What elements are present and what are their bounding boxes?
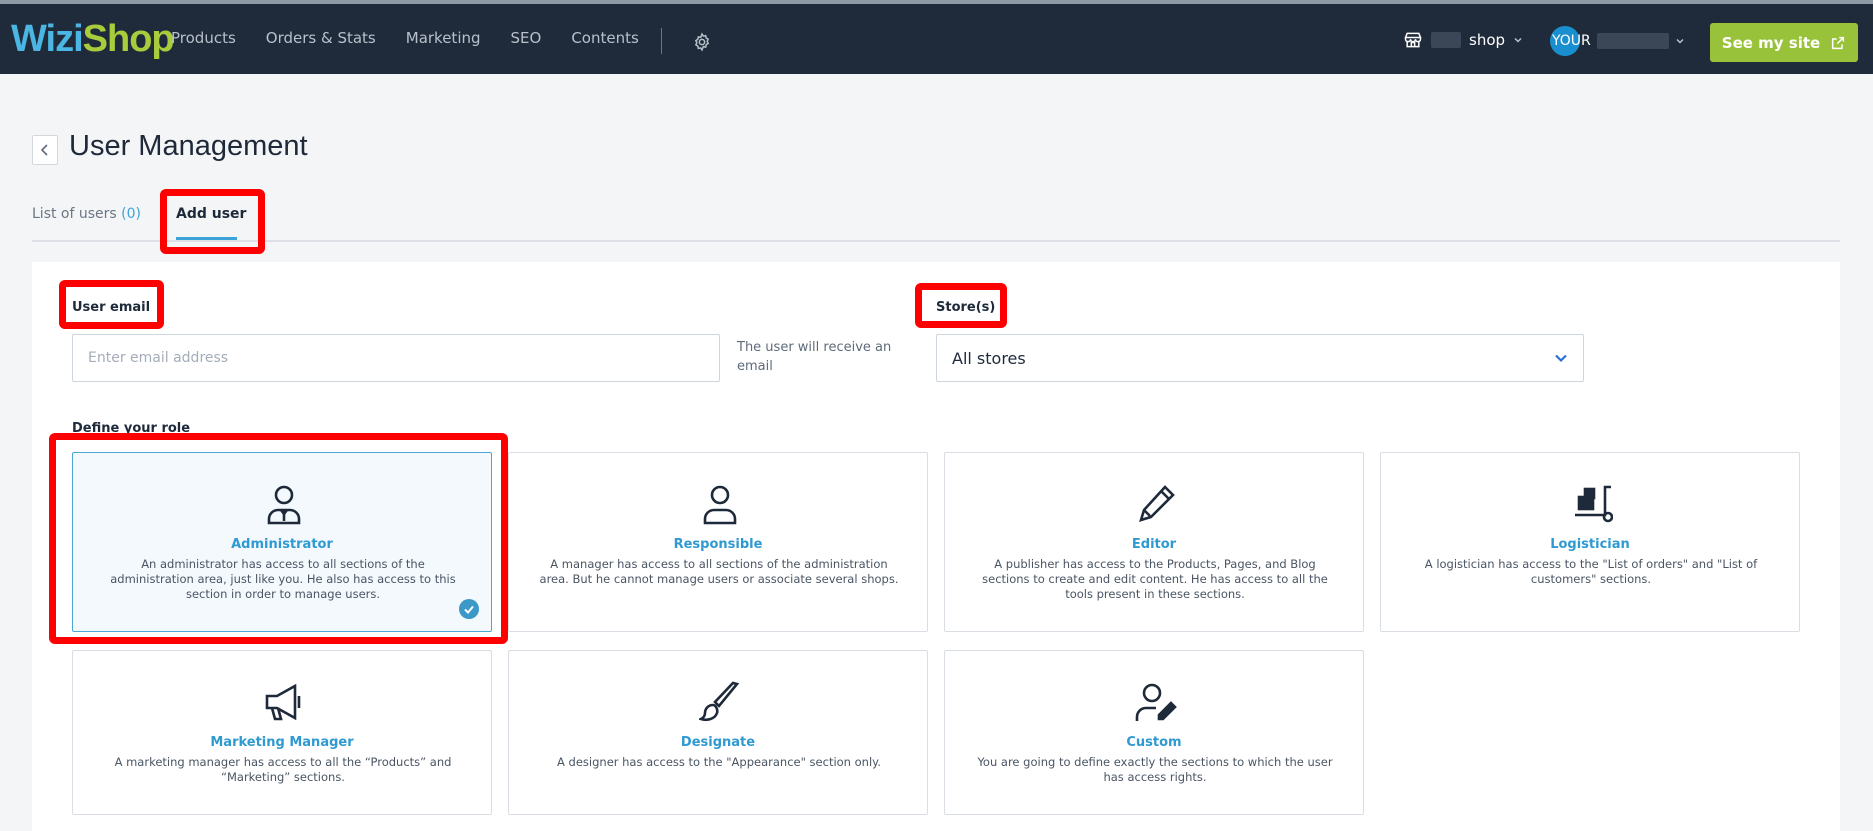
wizishop-logo[interactable]: WiziShop [11, 18, 175, 61]
email-input[interactable] [72, 334, 720, 382]
chevron-down-icon [1514, 37, 1522, 43]
role-card-editor[interactable]: Editor A publisher has access to the Pro… [944, 452, 1364, 632]
annotation-box [49, 433, 508, 644]
redacted-text [1596, 33, 1669, 49]
role-description: You are going to define exactly the sect… [977, 755, 1333, 784]
nav-contents[interactable]: Contents [571, 29, 638, 47]
hand-truck-icon [1575, 485, 1613, 523]
chevron-down-icon [1676, 38, 1684, 44]
see-my-site-button[interactable]: See my site [1710, 23, 1858, 62]
user-icon [703, 485, 737, 525]
role-description: A marketing manager has access to all th… [114, 755, 452, 784]
email-hint: The user will receive an email [737, 340, 892, 374]
page-title: User Management [69, 130, 308, 162]
tab-bar: List of users (0) Add user [32, 206, 1840, 242]
redacted-text [1431, 32, 1461, 48]
store-icon [1404, 32, 1422, 48]
nav-marketing[interactable]: Marketing [406, 29, 481, 47]
role-card-custom[interactable]: Custom You are going to define exactly t… [944, 650, 1364, 815]
role-description: A publisher has access to the Products, … [982, 557, 1328, 601]
back-button[interactable] [32, 135, 58, 165]
user-menu[interactable]: YOUR [1550, 26, 1685, 56]
shop-label: shop [1469, 31, 1506, 49]
role-card-logistician[interactable]: Logistician A logistician has access to … [1380, 452, 1800, 632]
user-edit-icon [1135, 683, 1177, 721]
role-title: Custom [1126, 735, 1182, 750]
role-card-marketing-manager[interactable]: Marketing Manager A marketing manager ha… [72, 650, 492, 815]
tab-list-of-users[interactable]: List of users (0) [32, 206, 141, 222]
stores-select[interactable]: All stores [936, 334, 1584, 382]
role-card-designate[interactable]: Designate A designer has access to the "… [508, 650, 928, 815]
paintbrush-icon [699, 681, 740, 722]
nav-orders-stats[interactable]: Orders & Stats [266, 29, 376, 47]
nav-divider [661, 28, 662, 54]
annotation-box [59, 280, 164, 329]
role-card-responsible[interactable]: Responsible A manager has access to all … [508, 452, 928, 632]
role-description: A logistician has access to the "List of… [1424, 557, 1758, 586]
role-title: Designate [680, 735, 756, 750]
chevron-left-icon [40, 144, 48, 156]
role-title: Responsible [673, 537, 763, 552]
nav-seo[interactable]: SEO [511, 29, 542, 47]
chevron-down-icon [1555, 354, 1567, 363]
annotation-box [915, 283, 1007, 328]
shop-selector[interactable]: shop [1403, 30, 1523, 50]
external-link-icon [1832, 36, 1845, 49]
nav-products[interactable]: Products [171, 29, 236, 47]
role-title: Logistician [1550, 537, 1630, 552]
role-description: A manager has access to all sections of … [539, 557, 899, 586]
role-description: A designer has access to the "Appearance… [557, 755, 881, 769]
top-navigation-bar: WiziShop Products Orders & Stats Marketi… [0, 0, 1873, 74]
megaphone-icon [265, 683, 301, 721]
pencil-icon [1139, 485, 1175, 522]
annotation-box [160, 189, 265, 254]
role-title: Editor [1131, 537, 1177, 552]
main-nav: Products Orders & Stats Marketing SEO Co… [171, 29, 669, 47]
user-label: YOUR [1552, 33, 1591, 49]
gear-icon[interactable] [692, 32, 712, 52]
role-title: Marketing Manager [210, 735, 354, 750]
